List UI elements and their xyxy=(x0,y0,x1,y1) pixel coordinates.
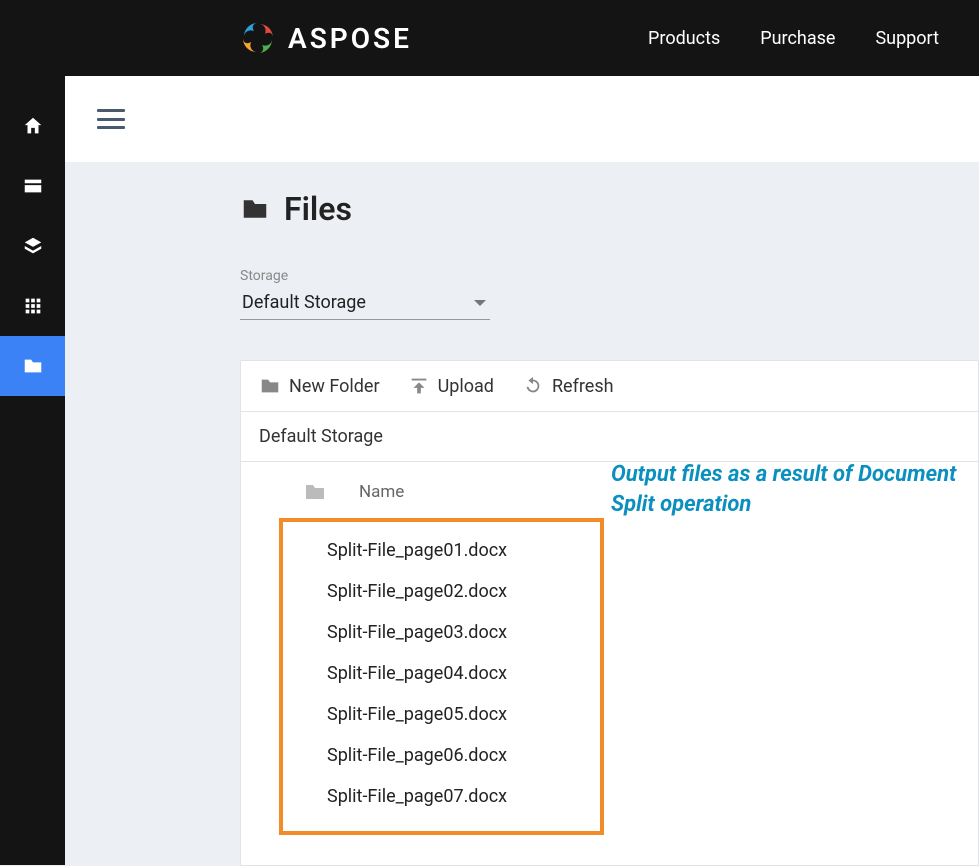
main-content: Files Storage Default Storage New Folder… xyxy=(65,162,979,865)
sidebar-item-grid[interactable] xyxy=(0,276,65,336)
nav-products[interactable]: Products xyxy=(648,28,720,49)
page-title: Files xyxy=(284,190,352,228)
aspose-logo-icon xyxy=(240,20,276,56)
file-row[interactable]: Split-File_page06.docx xyxy=(283,735,600,776)
top-bar: ASPOSE Products Purchase Support xyxy=(0,0,979,76)
refresh-label: Refresh xyxy=(552,376,614,397)
column-name-header[interactable]: Name xyxy=(359,482,404,502)
file-row[interactable]: Split-File_page02.docx xyxy=(283,571,600,612)
layers-icon xyxy=(22,235,44,257)
annotation-callout: Output files as a result of Document Spl… xyxy=(611,460,978,519)
file-row[interactable]: Split-File_page05.docx xyxy=(283,694,600,735)
hamburger-menu[interactable] xyxy=(97,109,125,129)
nav-purchase[interactable]: Purchase xyxy=(760,28,835,49)
storage-label: Storage xyxy=(240,268,979,284)
home-icon xyxy=(22,115,44,137)
file-toolbar: New Folder Upload Refresh xyxy=(241,361,978,412)
sidebar-item-layers[interactable] xyxy=(0,216,65,276)
sidebar xyxy=(0,76,65,865)
sidebar-item-card[interactable] xyxy=(0,156,65,216)
folder-icon xyxy=(22,355,44,377)
upload-icon xyxy=(408,375,430,397)
brand-name: ASPOSE xyxy=(288,22,412,55)
breadcrumb[interactable]: Default Storage xyxy=(241,412,978,462)
brand-logo[interactable]: ASPOSE xyxy=(240,20,412,56)
file-row[interactable]: Split-File_page03.docx xyxy=(283,612,600,653)
nav-support[interactable]: Support xyxy=(875,28,939,49)
upload-label: Upload xyxy=(438,376,494,397)
storage-selector-group: Storage Default Storage xyxy=(240,268,979,320)
new-folder-label: New Folder xyxy=(289,376,380,397)
output-files-highlight: Split-File_page01.docx Split-File_page02… xyxy=(279,518,604,835)
grid-icon xyxy=(22,295,44,317)
page-title-row: Files xyxy=(240,190,979,228)
folder-header-icon xyxy=(301,480,329,504)
file-row[interactable]: Split-File_page04.docx xyxy=(283,653,600,694)
file-row[interactable]: Split-File_page01.docx xyxy=(283,530,600,571)
upload-button[interactable]: Upload xyxy=(408,375,494,397)
chevron-down-icon xyxy=(474,300,486,306)
storage-select[interactable]: Default Storage xyxy=(240,286,490,320)
sidebar-item-folder[interactable] xyxy=(0,336,65,396)
file-row[interactable]: Split-File_page07.docx xyxy=(283,776,600,817)
file-table: Name Split-File_page01.docx Split-File_p… xyxy=(241,462,978,865)
file-panel: New Folder Upload Refresh Default Storag… xyxy=(240,360,979,866)
new-folder-button[interactable]: New Folder xyxy=(259,375,380,397)
folder-solid-icon xyxy=(240,194,270,224)
content-header xyxy=(65,76,979,162)
sidebar-item-home[interactable] xyxy=(0,96,65,156)
storage-selected-value: Default Storage xyxy=(242,292,366,313)
top-nav: Products Purchase Support xyxy=(648,28,939,49)
new-folder-icon xyxy=(259,375,281,397)
card-icon xyxy=(22,175,44,197)
refresh-icon xyxy=(522,375,544,397)
refresh-button[interactable]: Refresh xyxy=(522,375,614,397)
